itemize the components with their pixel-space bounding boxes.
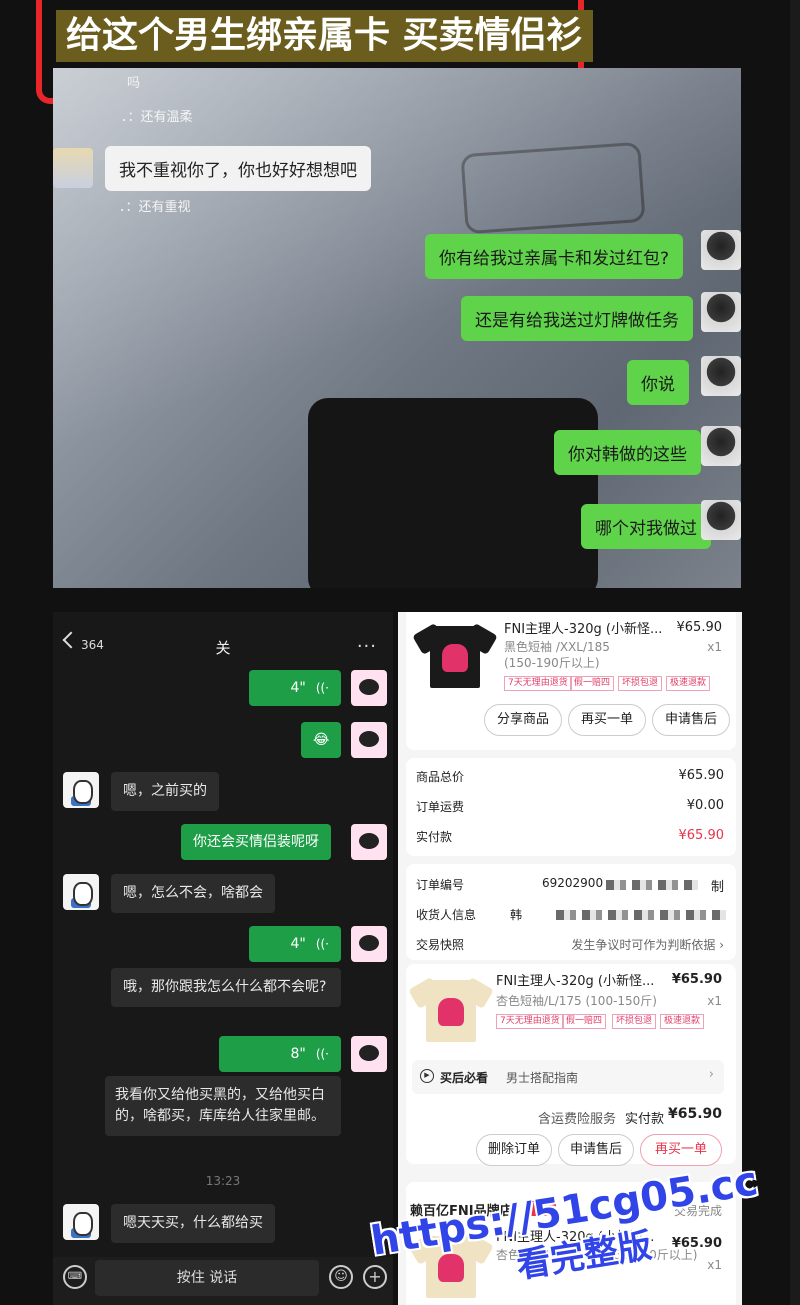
friend-message: 嗯天天买，什么都给买 — [111, 1204, 275, 1243]
my-avatar[interactable] — [351, 1036, 387, 1072]
product-name[interactable]: FNI主理人-320g (小新怪... — [504, 618, 662, 637]
voice-message[interactable]: 4" ((· — [249, 670, 341, 706]
shipping-value: ¥0.00 — [686, 798, 724, 813]
voice-duration: 8" — [290, 1046, 306, 1062]
photo-small-text-1: 吗 — [127, 76, 141, 91]
my-avatar[interactable] — [351, 926, 387, 962]
service-tag: 假一赔四 — [562, 1014, 607, 1029]
emoji-message: 😂 — [301, 722, 342, 758]
friend-message: 哦，那你跟我怎么什么都不会呢? — [111, 968, 341, 1007]
my-avatar[interactable] — [351, 722, 387, 758]
chat-screen: 364 关 ··· 4" ((· 😂 嗯，之前买的 你还会买情侣装呢呀 嗯，怎么不… — [53, 612, 393, 1305]
right-edge — [790, 0, 800, 1305]
snapshot-label: 交易快照 — [416, 938, 465, 952]
shipping-label: 订单运费 — [416, 800, 465, 814]
chat-photo: 吗 ．：还有温柔 我不重视你了，你也好好想想吧 ．：还有重视 你有给我过亲属卡和… — [53, 68, 741, 588]
service-tag: 极速退款 — [660, 1014, 705, 1029]
product-qty: x1 — [707, 1258, 722, 1272]
friend-message: 我看你又给他买黑的，又给他买白的，啥都买，库库给人往家里邮。 — [105, 1076, 341, 1136]
voice-wave-icon: ((· — [315, 1047, 329, 1061]
product-spec: 黑色短袖 /XXL/185 — [504, 640, 610, 654]
chat-header: 364 关 ··· — [53, 612, 393, 672]
chat-title: 关 — [215, 639, 231, 657]
product-image[interactable] — [408, 970, 494, 1052]
service-tag: 坏损包退 — [618, 676, 663, 691]
order-info-card: 订单编号 69202900 制 收货人信息 韩 交易快照 发生争议时可作为判断依… — [406, 864, 736, 960]
voice-duration: 4" — [290, 680, 306, 696]
product-qty: x1 — [707, 640, 722, 654]
insurance-text: 含运费险服务 — [537, 1112, 616, 1127]
service-tag: 假一赔四 — [570, 676, 615, 691]
friend-message: 嗯，怎么不会，啥都会 — [111, 874, 275, 913]
my-avatar — [701, 426, 741, 466]
friend-message: 嗯，之前买的 — [111, 772, 219, 811]
banner-title: 给这个男生绑亲属卡 买卖情侣衫 — [56, 10, 593, 62]
photo-left-bubble: 我不重视你了，你也好好想想吧 — [105, 146, 371, 191]
snapshot-link[interactable]: 发生争议时可作为判断依据 › — [571, 936, 724, 953]
friend-avatar[interactable] — [63, 772, 99, 808]
friend-avatar[interactable] — [63, 874, 99, 910]
photo-small-text-2: ．：还有温柔 — [121, 110, 193, 125]
my-avatar — [701, 500, 741, 540]
price-summary-card: 商品总价 ¥65.90 订单运费 ¥0.00 实付款 ¥65.90 — [406, 758, 736, 856]
chevron-right-icon: › — [708, 1067, 714, 1082]
voice-duration: 4" — [290, 936, 306, 952]
product-spec: 杏色短袖/L/175 (100-150斤) — [496, 994, 657, 1008]
input-bar: ⌨ 按住 说话 ☺ + — [53, 1257, 393, 1305]
voice-message[interactable]: 4" ((· — [249, 926, 341, 962]
total-value: ¥65.90 — [678, 768, 725, 783]
apply-aftersale-button[interactable]: 申请售后 — [652, 704, 730, 736]
my-avatar — [701, 230, 741, 270]
emoji-icon[interactable]: ☺ — [329, 1265, 353, 1289]
share-product-button[interactable]: 分享商品 — [484, 704, 562, 736]
product-price: ¥65.90 — [671, 972, 722, 987]
photo-right-bubble: 你说 — [627, 360, 689, 405]
photo-right-bubble: 你有给我过亲属卡和发过红包? — [424, 234, 683, 279]
friend-avatar[interactable] — [63, 1204, 99, 1240]
voice-message[interactable]: 8" ((· — [219, 1036, 341, 1072]
photo-small-text-3: ．：还有重视 — [119, 200, 191, 215]
product-price: ¥65.90 — [676, 620, 723, 635]
voice-wave-icon: ((· — [315, 681, 329, 695]
photo-right-bubble: 还是有给我送过灯牌做任务 — [461, 296, 693, 341]
keyboard-icon[interactable]: ⌨ — [63, 1265, 87, 1289]
total-label: 商品总价 — [416, 770, 465, 784]
voice-wave-icon: ((· — [315, 937, 329, 951]
redacted-mask — [606, 880, 698, 890]
guide-text: 男士搭配指南 — [506, 1071, 579, 1085]
photo-right-bubble: 哪个对我做过 — [581, 504, 711, 549]
my-avatar[interactable] — [351, 824, 387, 860]
more-icon[interactable]: ··· — [357, 636, 377, 657]
service-tag: 7天无理由退货 — [504, 676, 572, 691]
guide-label: 买后必看 — [440, 1071, 489, 1085]
order-item-card: FNI主理人-320g (小新怪... ¥65.90 黑色短袖 /XXL/185… — [406, 612, 736, 750]
my-avatar — [701, 292, 741, 332]
receiver-label: 收货人信息 — [416, 908, 477, 922]
receiver-value: 韩 — [510, 908, 523, 922]
service-tag: 坏损包退 — [612, 1014, 657, 1029]
order-number-suffix: 制 — [710, 880, 724, 895]
redacted-mask — [556, 910, 726, 920]
paid-value: ¥65.90 — [678, 828, 725, 843]
my-avatar — [701, 356, 741, 396]
my-avatar[interactable] — [351, 670, 387, 706]
message-time: 13:23 — [205, 1174, 241, 1188]
hold-to-talk-button[interactable]: 按住 说话 — [95, 1260, 319, 1296]
order-number-label: 订单编号 — [416, 878, 465, 892]
product-name[interactable]: FNI主理人-320g (小新怪... — [496, 970, 654, 989]
guide-bar[interactable]: ▶ 买后必看 男士搭配指南 › — [412, 1060, 724, 1094]
product-image[interactable] — [412, 616, 498, 698]
play-icon: ▶ — [420, 1069, 434, 1083]
product-spec: (150-190斤以上) — [504, 656, 600, 670]
photo-right-bubble: 你对韩做的这些 — [554, 430, 701, 475]
order-number: 69202900 — [542, 876, 604, 890]
paid-label: 实付款 — [416, 830, 453, 844]
my-message: 你还会买情侣装呢呀 — [181, 824, 331, 860]
service-tag: 7天无理由退货 — [496, 1014, 564, 1029]
buy-again-button[interactable]: 再买一单 — [568, 704, 646, 736]
service-tag: 极速退款 — [666, 676, 711, 691]
friend-avatar — [53, 148, 93, 188]
product-qty: x1 — [707, 994, 722, 1008]
